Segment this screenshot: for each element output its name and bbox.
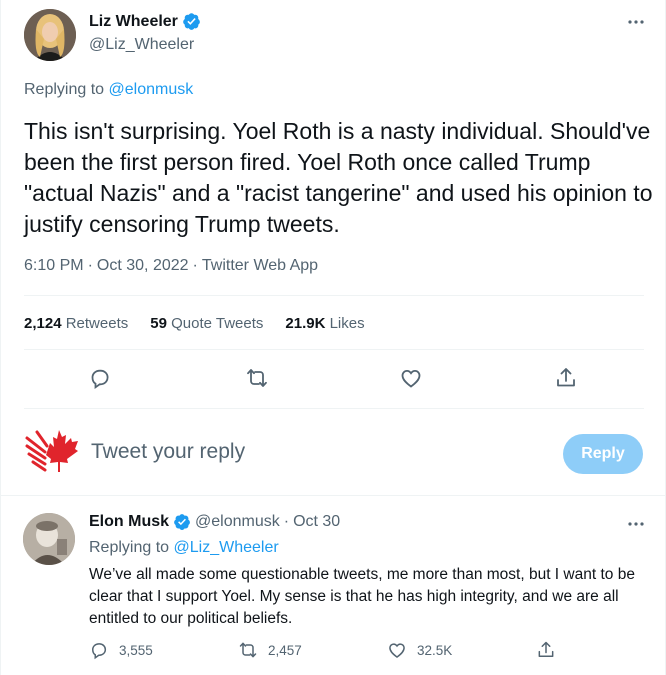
verified-badge-icon (174, 514, 190, 530)
author-name[interactable]: Liz Wheeler (89, 13, 178, 31)
reply-author-name[interactable]: Elon Musk (89, 513, 169, 531)
reply-replying-to-line: Replying to @Liz_Wheeler (89, 539, 279, 557)
like-count: 32.5K (417, 642, 453, 658)
like-icon[interactable] (399, 366, 423, 390)
reply-retweet-action[interactable]: 2,457 (238, 640, 302, 660)
retweet-icon (239, 642, 257, 658)
quotes-label: Quote Tweets (171, 315, 264, 332)
author-handle[interactable]: @Liz_Wheeler (89, 36, 194, 54)
reply-author-handle[interactable]: @elonmusk (195, 513, 280, 531)
tweet-source[interactable]: Twitter Web App (202, 257, 318, 275)
share-icon (538, 641, 554, 657)
reply-button[interactable]: Reply (563, 434, 643, 474)
retweets-stat[interactable]: 2,124 Retweets (24, 315, 128, 332)
replying-to-link[interactable]: @Liz_Wheeler (174, 539, 279, 556)
reply-actions: 3,555 2,457 32.5K (1, 640, 666, 662)
divider (1, 495, 666, 496)
meta-separator: · (87, 257, 93, 274)
tweet-meta: 6:10 PM · Oct 30, 2022 · Twitter Web App (24, 257, 318, 275)
reply-text: We’ve all made some questionable tweets,… (89, 566, 635, 627)
tweet-stats: 2,124 Retweets 59 Quote Tweets 21.9K Lik… (24, 315, 365, 332)
tweet-actions (1, 366, 666, 394)
reply-share-action[interactable] (536, 640, 556, 660)
quotes-count: 59 (150, 315, 167, 332)
like-icon (389, 643, 405, 659)
tweet-time[interactable]: 6:10 PM (24, 257, 84, 275)
reply-reply-action[interactable]: 3,555 (89, 640, 153, 660)
tweet-thread: Liz Wheeler @Liz_Wheeler Replying to @el… (0, 0, 666, 675)
tweet-text: This isn't surprising. Yoel Roth is a na… (24, 118, 653, 237)
retweet-count: 2,457 (268, 642, 302, 658)
maple-leaf-icon (25, 430, 78, 472)
verified-badge-icon (183, 13, 200, 30)
more-options-icon[interactable] (626, 514, 646, 534)
tweet-date[interactable]: Oct 30, 2022 (97, 257, 189, 275)
retweets-label: Retweets (65, 315, 129, 332)
author-row: Liz Wheeler (89, 12, 201, 31)
reply-composer-input[interactable]: Tweet your reply (91, 440, 245, 464)
reply-count: 3,555 (119, 642, 153, 658)
divider (24, 295, 644, 296)
quote-tweets-stat[interactable]: 59 Quote Tweets (150, 315, 263, 332)
retweets-count: 2,124 (24, 315, 62, 332)
likes-count: 21.9K (285, 315, 326, 332)
likes-label: Likes (329, 315, 365, 332)
reply-like-action[interactable]: 32.5K (387, 640, 452, 660)
replying-to-prefix: Replying to (89, 539, 174, 556)
liz-wheeler-avatar[interactable] (24, 9, 76, 61)
reply-separator: · (283, 513, 290, 530)
replying-to-link[interactable]: @elonmusk (109, 81, 194, 98)
divider (24, 408, 644, 409)
divider (24, 349, 644, 350)
replying-to-prefix: Replying to (24, 81, 109, 98)
reply-icon (91, 643, 107, 660)
reply-icon[interactable] (88, 366, 112, 390)
share-icon[interactable] (554, 366, 578, 390)
retweet-icon[interactable] (245, 366, 269, 390)
replying-to-line: Replying to @elonmusk (24, 81, 193, 99)
reply-date[interactable]: Oct 30 (293, 513, 340, 531)
meta-separator: · (192, 257, 198, 274)
reply-author-row: Elon Musk @elonmusk · Oct 30 (89, 513, 340, 531)
likes-stat[interactable]: 21.9K Likes (285, 315, 364, 332)
elon-musk-avatar[interactable] (23, 513, 75, 565)
more-options-icon[interactable] (626, 12, 646, 32)
